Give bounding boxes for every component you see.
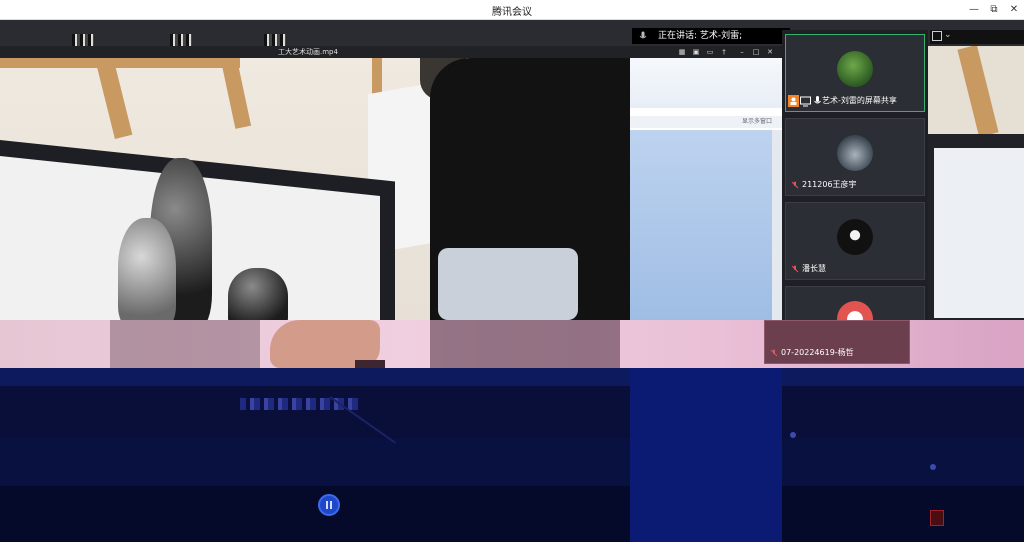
avatar xyxy=(837,219,873,255)
restore-icon[interactable]: □ xyxy=(752,48,760,56)
glitch-block xyxy=(170,34,192,46)
participant-panel: 艺术-刘雷的屏幕共享 211206王彦宇 潘长慧 xyxy=(782,30,928,337)
glitch-shadow xyxy=(110,320,260,368)
shared-document-pane: 显示多窗口 xyxy=(630,58,782,320)
glitch-dot xyxy=(930,464,936,470)
participant-card[interactable] xyxy=(785,286,925,337)
screen-share-icon xyxy=(800,96,811,107)
pause-button[interactable] xyxy=(318,494,340,516)
muted-microphone-icon xyxy=(770,349,778,357)
speaking-label: 正在讲话: 艺术-刘雷; xyxy=(658,31,743,41)
participant-name: 07-20224619-杨哲 xyxy=(767,347,854,359)
layout-icon xyxy=(932,31,942,41)
participant-name: 211206王彦宇 xyxy=(788,179,857,191)
easel-leg xyxy=(957,46,999,138)
glitch-row xyxy=(0,368,1024,386)
participant-name-text: 211206王彦宇 xyxy=(802,180,857,189)
avatar xyxy=(837,51,873,87)
drawing-paper xyxy=(934,148,1024,318)
host-icon xyxy=(788,95,799,107)
pause-icon xyxy=(326,501,332,509)
participant-card[interactable]: 艺术-刘雷的屏幕共享 xyxy=(785,34,925,112)
wrist-watch xyxy=(355,360,385,368)
chat-icon[interactable]: ▭ xyxy=(706,48,714,56)
glitch-row xyxy=(0,438,1024,486)
glitch-block xyxy=(72,34,94,46)
participant-card[interactable]: 潘长慧 xyxy=(785,202,925,280)
glitch-line xyxy=(329,396,397,444)
participant-name-text: 07-20224619-杨哲 xyxy=(781,348,854,357)
minimize-icon[interactable]: — xyxy=(966,2,982,18)
sketch-jar xyxy=(228,268,288,320)
window-title-bar: 腾讯会议 — ⧉ ✕ xyxy=(0,0,1024,20)
video-frame-right xyxy=(928,46,1024,320)
participant-card[interactable]: 211206王彦宇 xyxy=(785,118,925,196)
artist-legs xyxy=(438,248,578,320)
grid-icon[interactable]: ▦ xyxy=(678,48,686,56)
chevron-down-icon: ⌄ xyxy=(944,30,952,40)
player-title-bar: 工大艺术动画.mp4 ▦ ▣ ▭ † – □ ✕ xyxy=(0,46,782,58)
glitch-dot xyxy=(790,432,796,438)
participant-card[interactable]: 07-20224619-杨哲 xyxy=(764,320,910,364)
layout-switch-button[interactable]: ⌄ xyxy=(930,30,1024,44)
participant-name: 艺术-刘雷的屏幕共享 xyxy=(822,96,897,105)
participant-name: 潘长慧 xyxy=(788,263,826,275)
glitch-panel xyxy=(630,368,782,542)
microphone-icon xyxy=(639,31,647,39)
restore-icon[interactable]: ⧉ xyxy=(986,2,1002,18)
shared-screen: 工大艺术动画.mp4 ▦ ▣ ▭ † – □ ✕ 显示多窗口 xyxy=(0,46,782,320)
avatar xyxy=(837,135,873,171)
close-icon[interactable]: ✕ xyxy=(766,48,774,56)
pin-icon[interactable]: † xyxy=(720,48,728,56)
participant-name-text: 潘长慧 xyxy=(802,264,826,273)
close-icon[interactable]: ✕ xyxy=(1006,2,1022,18)
minimize-icon[interactable]: – xyxy=(738,48,746,56)
easel-leg xyxy=(95,58,133,139)
muted-microphone-icon xyxy=(791,265,799,273)
window-title: 腾讯会议 xyxy=(492,7,532,18)
video-frame xyxy=(0,58,630,320)
sketch-vase xyxy=(118,218,176,320)
document-toolbar[interactable]: 显示多窗口 xyxy=(630,116,782,128)
muted-microphone-icon xyxy=(791,181,799,189)
glitch-row xyxy=(0,486,1024,542)
record-icon[interactable] xyxy=(930,510,944,526)
glitch-block xyxy=(264,34,286,46)
document-header xyxy=(630,58,782,108)
easel-leg xyxy=(220,58,252,129)
document-scrollbar[interactable] xyxy=(772,130,782,320)
glitch-band xyxy=(0,368,1024,542)
speaking-indicator: 正在讲话: 艺术-刘雷; xyxy=(632,28,790,44)
glitch-shadow xyxy=(430,320,620,368)
glitch-artifact xyxy=(72,32,302,46)
toolbar-hint: 显示多窗口 xyxy=(741,118,772,125)
easel-bar xyxy=(0,58,240,68)
player-file-name: 工大艺术动画.mp4 xyxy=(278,48,338,56)
document-body xyxy=(630,130,772,320)
screen-icon[interactable]: ▣ xyxy=(692,48,700,56)
